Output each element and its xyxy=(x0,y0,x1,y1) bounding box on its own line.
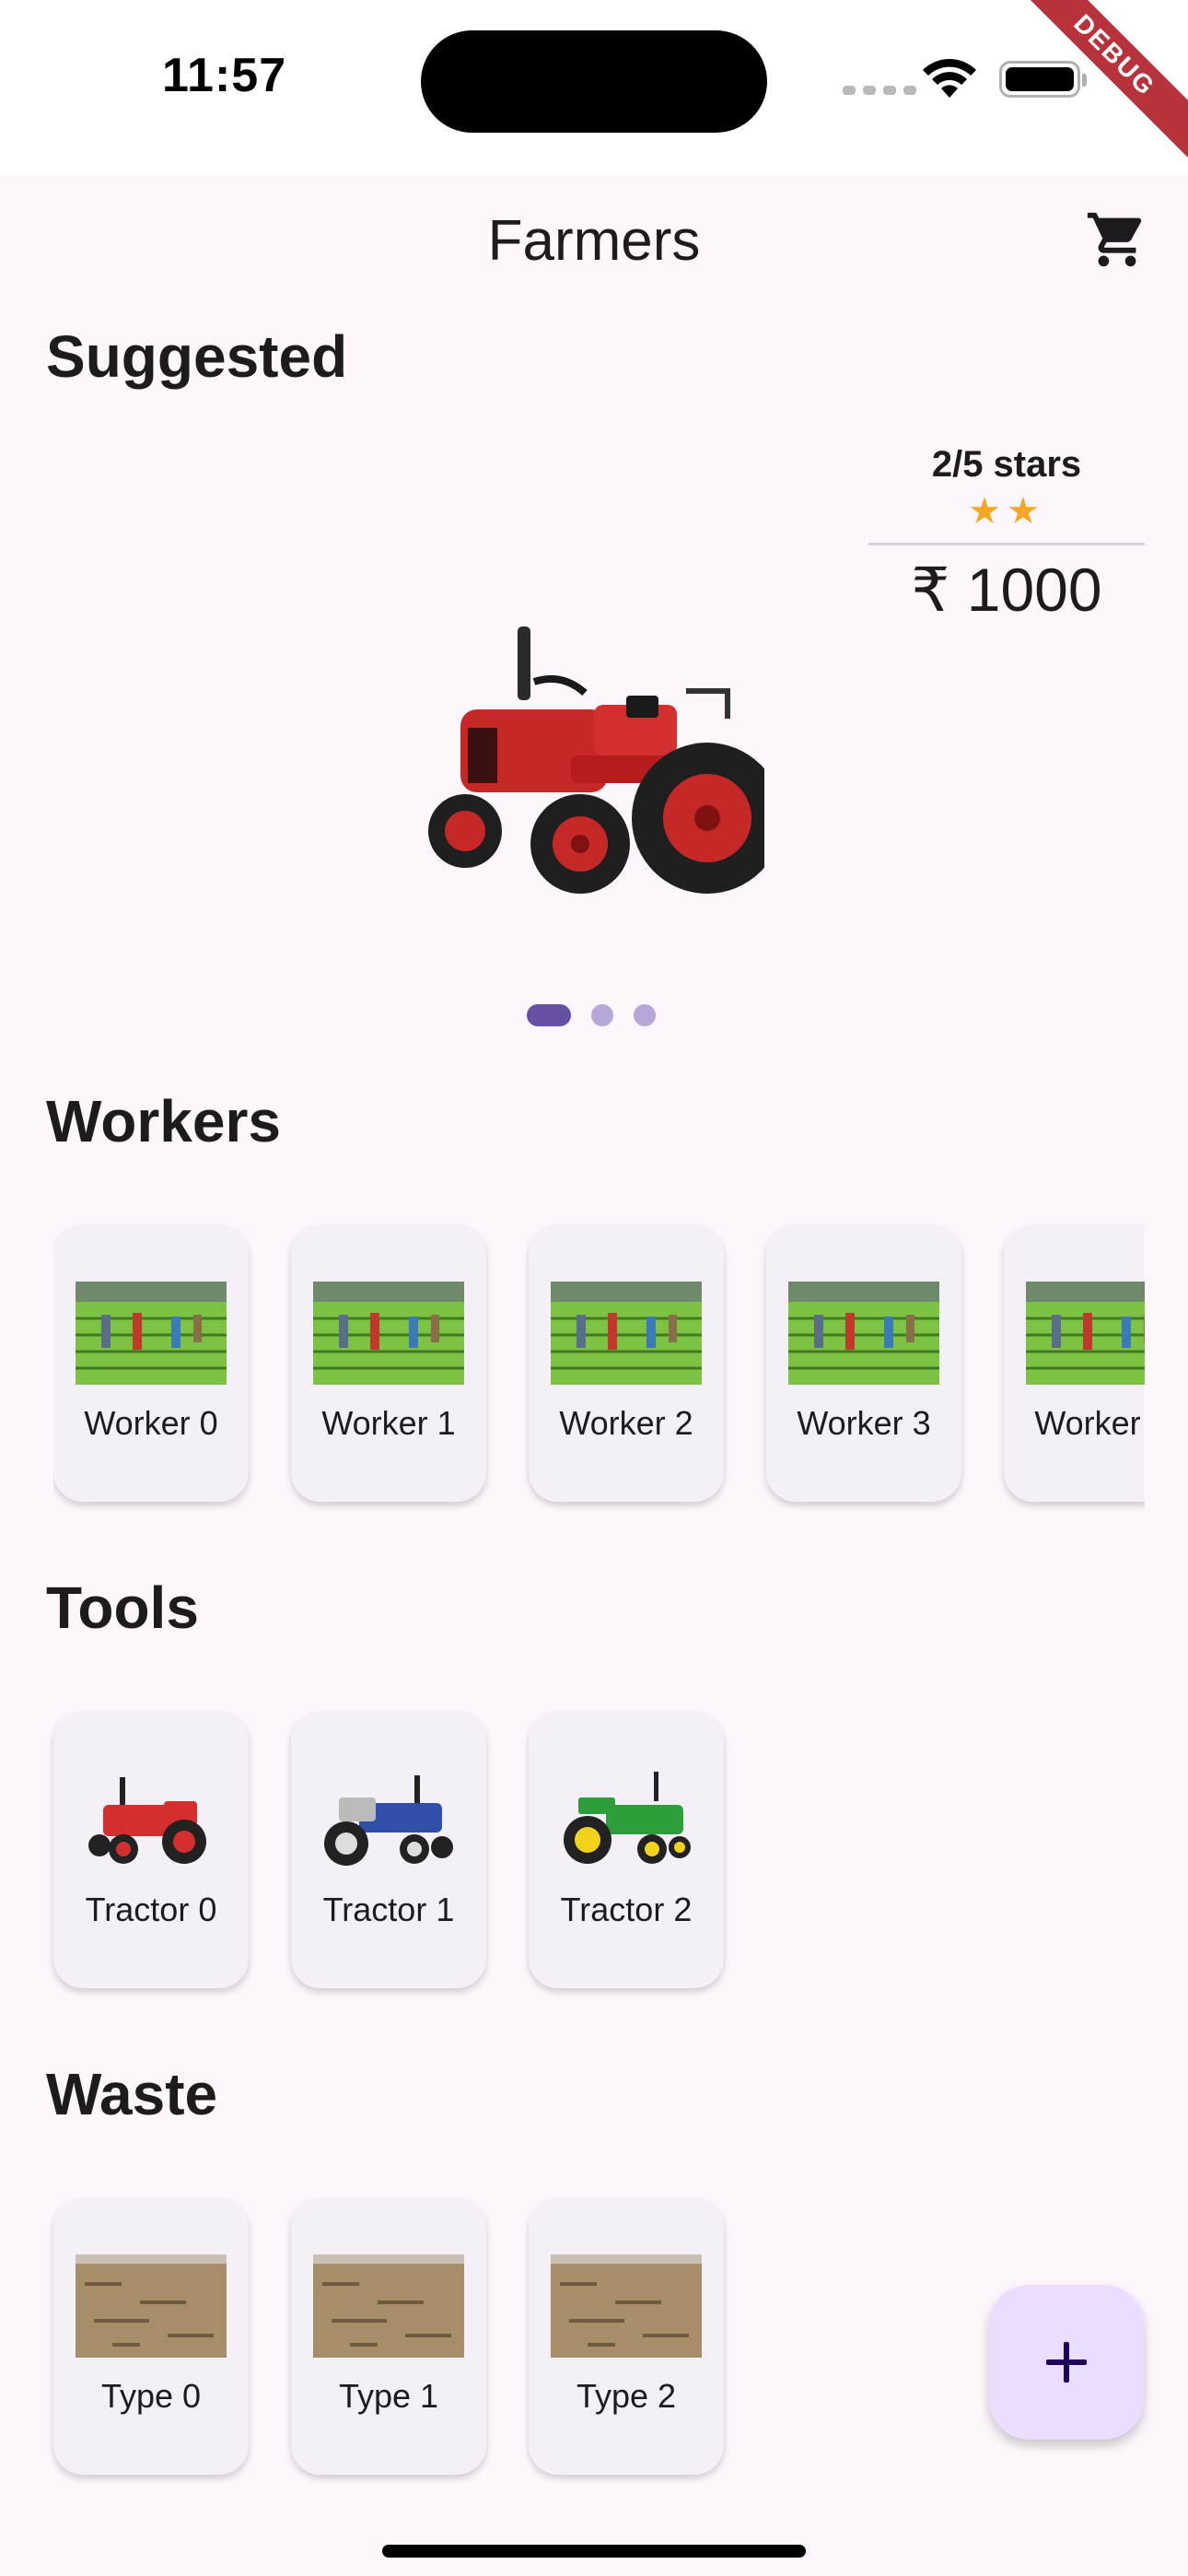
worker-label: Worker 1 xyxy=(321,1404,456,1442)
add-button[interactable] xyxy=(989,2285,1144,2440)
worker-card[interactable]: Worker 4 xyxy=(1004,1225,1145,1502)
worker-image xyxy=(551,1282,702,1385)
divider xyxy=(868,543,1145,545)
tractor-image xyxy=(324,1775,453,1866)
worker-label: Worker 3 xyxy=(797,1404,931,1442)
tool-label: Tractor 0 xyxy=(85,1891,217,1928)
tractor-image xyxy=(564,1772,691,1864)
carousel-dot[interactable] xyxy=(591,1004,613,1026)
plus-icon xyxy=(1046,2342,1087,2383)
star-rating: ★★ xyxy=(968,491,1045,532)
waste-image xyxy=(551,2254,702,2358)
waste-list[interactable]: Type 0 Type 1 Type 2 xyxy=(53,2198,724,2475)
price-label: ₹ 1000 xyxy=(911,556,1102,624)
tool-card[interactable]: Tractor 2 xyxy=(529,1712,724,1988)
waste-label: Type 1 xyxy=(338,2377,439,2415)
waste-label: Type 2 xyxy=(576,2377,677,2415)
worker-image xyxy=(1026,1282,1145,1385)
home-indicator[interactable] xyxy=(382,2545,806,2558)
tools-list[interactable]: Tractor 0 Tractor 1 Tractor 2 xyxy=(53,1712,724,1988)
tool-label: Tractor 2 xyxy=(560,1891,693,1928)
waste-image xyxy=(313,2254,464,2358)
tool-label: Tractor 1 xyxy=(322,1891,455,1928)
cellular-signal-icon xyxy=(843,86,916,95)
suggested-tractor-image[interactable] xyxy=(424,617,764,912)
waste-label: Type 0 xyxy=(100,2377,202,2415)
tool-card[interactable]: Tractor 0 xyxy=(53,1712,249,1988)
section-title-waste: Waste xyxy=(46,2061,218,2127)
waste-card[interactable]: Type 2 xyxy=(529,2198,724,2475)
worker-image xyxy=(788,1282,939,1385)
worker-card[interactable]: Worker 0 xyxy=(53,1225,249,1502)
tractor-image xyxy=(88,1777,206,1864)
battery-icon xyxy=(999,61,1087,98)
worker-label: Worker 0 xyxy=(84,1404,218,1442)
page-title: Farmers xyxy=(487,209,701,273)
waste-card[interactable]: Type 0 xyxy=(53,2198,249,2475)
section-title-workers: Workers xyxy=(46,1088,281,1154)
rating-text: 2/5 stars xyxy=(931,444,1082,485)
rating-panel: 2/5 stars ★★ ₹ 1000 xyxy=(868,444,1145,626)
carousel-indicator[interactable] xyxy=(527,1004,656,1026)
section-title-suggested: Suggested xyxy=(46,323,348,390)
worker-card[interactable]: Worker 1 xyxy=(291,1225,486,1502)
tool-card[interactable]: Tractor 1 xyxy=(291,1712,486,1988)
waste-image xyxy=(76,2254,227,2358)
section-title-tools: Tools xyxy=(46,1575,199,1641)
status-time: 11:57 xyxy=(162,49,287,102)
status-bar: 11:57 DEBUG xyxy=(0,0,1188,175)
worker-label: Worker 2 xyxy=(559,1404,693,1442)
worker-image xyxy=(76,1282,227,1385)
wifi-icon xyxy=(923,58,976,98)
worker-card[interactable]: Worker 2 xyxy=(529,1225,724,1502)
worker-image xyxy=(313,1282,464,1385)
carousel-dot[interactable] xyxy=(634,1004,656,1026)
waste-card[interactable]: Type 1 xyxy=(291,2198,486,2475)
worker-card[interactable]: Worker 3 xyxy=(766,1225,961,1502)
worker-label: Worker 4 xyxy=(1034,1404,1145,1442)
workers-list[interactable]: Worker 0 Worker 1 Worker 2 Worker 3 Work… xyxy=(53,1222,1145,1516)
shopping-cart-icon[interactable] xyxy=(1085,207,1149,272)
carousel-dot-active[interactable] xyxy=(527,1004,571,1026)
dynamic-island xyxy=(421,30,767,133)
